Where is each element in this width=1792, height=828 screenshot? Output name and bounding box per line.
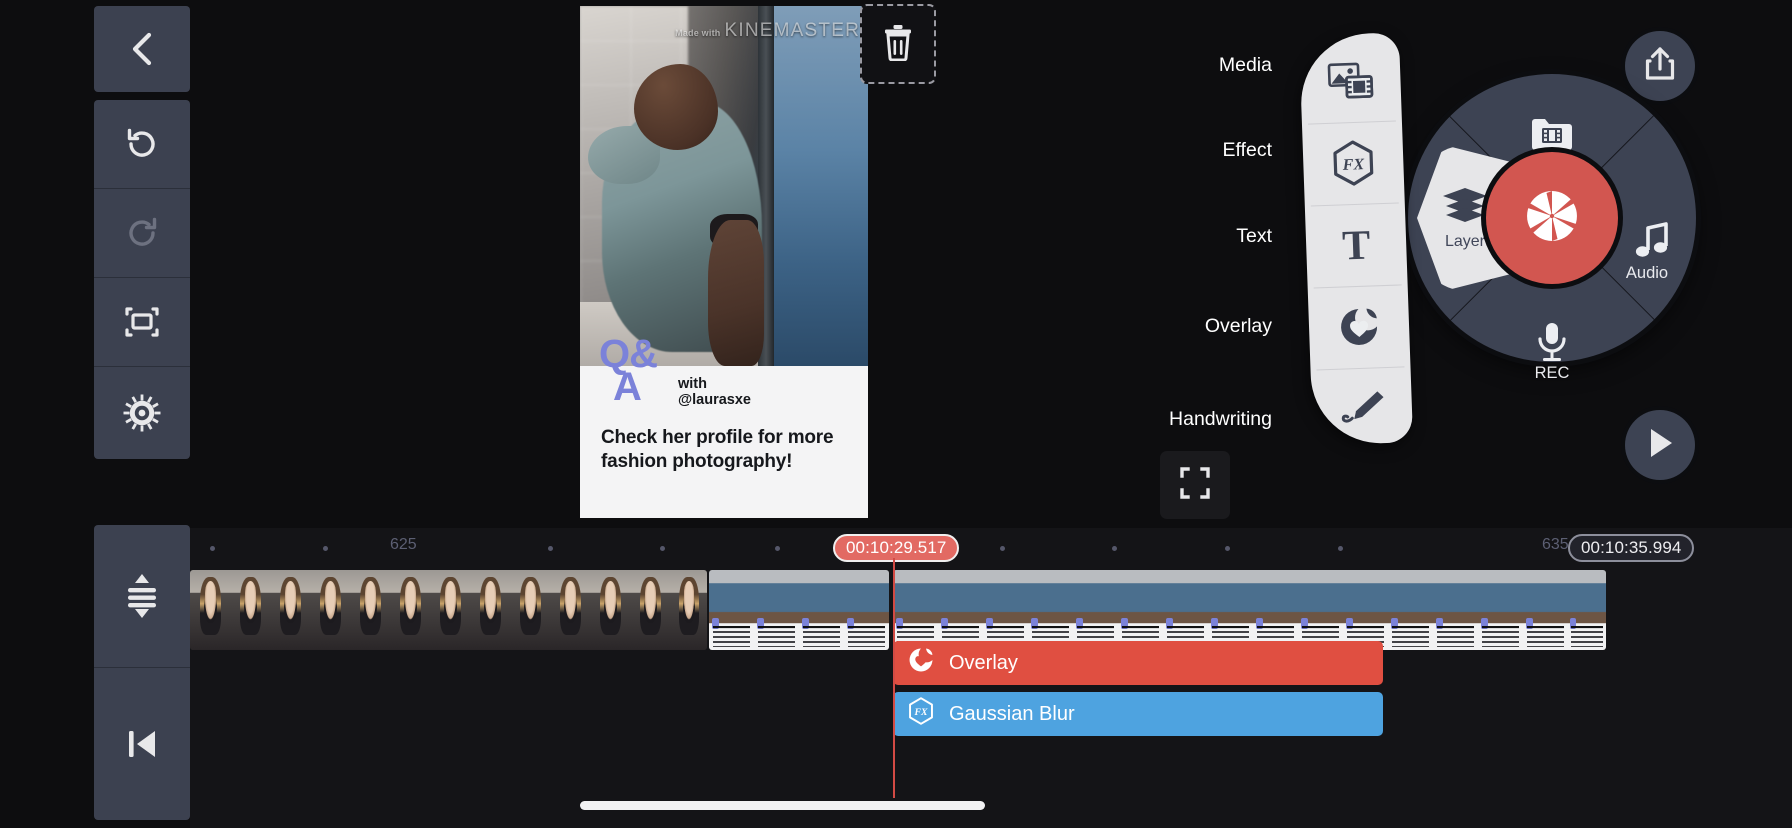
submenu-overlay-label: Overlay — [1204, 315, 1272, 337]
ruler-tick — [1112, 546, 1117, 551]
timeline-scrollbar[interactable] — [580, 801, 985, 810]
video-clip-1[interactable] — [190, 570, 707, 650]
wheel-rec-button[interactable] — [1534, 322, 1570, 367]
crop-frame-icon — [1175, 466, 1215, 505]
submenu-effect-button[interactable]: FX — [1302, 122, 1405, 207]
timeline-layer-overlay-label: Overlay — [949, 651, 1018, 674]
watermark-prefix: Made with — [675, 28, 721, 38]
timeline-layer-overlay[interactable]: Overlay — [893, 641, 1383, 685]
video-clip-2[interactable] — [709, 570, 889, 650]
timeline-layer-gaussian-blur[interactable]: FX Gaussian Blur — [893, 692, 1383, 736]
qa-overlay-card[interactable]: Q& A with @laurasxe Check her profile fo… — [580, 334, 868, 518]
qa-logo-text: Q& A — [599, 334, 658, 407]
text-t-icon: T — [1333, 222, 1379, 273]
playhead[interactable] — [893, 558, 895, 798]
svg-text:FX: FX — [1341, 156, 1364, 174]
total-time-badge: 00:10:35.994 — [1568, 534, 1695, 562]
wheel-layer-label: Layer — [1444, 232, 1486, 250]
shutter-icon — [1521, 185, 1583, 252]
qa-with-block: with @laurasxe — [678, 376, 751, 408]
qa-handle: @laurasxe — [678, 392, 751, 409]
delete-layer-button[interactable] — [860, 4, 936, 84]
submenu-effect-label: Effect — [1222, 139, 1272, 161]
ruler-tick — [775, 546, 780, 551]
submenu-text-button[interactable]: T — [1305, 204, 1408, 289]
qa-body-text: Check her profile for more fashion photo… — [601, 427, 834, 472]
svg-text:T: T — [1341, 222, 1371, 267]
expand-icon — [122, 305, 162, 339]
fx-hexagon-icon: FX — [907, 697, 935, 731]
pen-icon — [1337, 389, 1386, 434]
ruler-tick — [323, 546, 328, 551]
video-preview[interactable]: Made with KINEMASTER Q& A with @laurasxe… — [580, 6, 868, 518]
ruler-tick — [1225, 546, 1230, 551]
ruler-label-625: 625 — [390, 536, 417, 553]
undo-icon — [123, 125, 161, 163]
fx-hexagon-icon: FX — [1330, 139, 1378, 192]
trash-icon — [881, 23, 915, 66]
wheel-rec-label: REC — [1534, 364, 1570, 382]
ruler-tick — [660, 546, 665, 551]
ruler-tick — [1000, 546, 1005, 551]
radial-menu: Media Audio REC — [1169, 22, 1792, 452]
sticker-heart-icon — [1336, 304, 1382, 355]
watermark-brand: KINEMASTER — [724, 20, 860, 41]
redo-button[interactable] — [94, 189, 190, 277]
capture-button[interactable] — [1486, 152, 1618, 284]
qa-with-label: with — [678, 376, 707, 392]
submenu-handwriting-button[interactable] — [1311, 368, 1414, 453]
submenu-overlay-button[interactable] — [1308, 286, 1411, 371]
timeline[interactable]: 625 635 00:10:29.517 00:10:35.994 Overla… — [190, 528, 1792, 828]
skip-to-start-icon — [121, 726, 163, 762]
current-time-badge: 00:10:29.517 — [833, 534, 960, 562]
submenu-text-label: Text — [1236, 225, 1272, 247]
gear-icon — [122, 393, 162, 433]
settings-button[interactable] — [94, 367, 190, 459]
left-toolbar — [94, 0, 190, 828]
submenu-handwriting-label: Handwriting — [1169, 408, 1272, 430]
crop-button[interactable] — [1160, 451, 1230, 519]
timeline-ruler[interactable]: 625 635 00:10:29.517 00:10:35.994 — [190, 528, 1792, 568]
ruler-label-635: 635 — [1542, 536, 1569, 553]
undo-button[interactable] — [94, 100, 190, 188]
kinemaster-editor-screen: Made with KINEMASTER Q& A with @laurasxe… — [0, 0, 1792, 828]
layers-icon — [1441, 186, 1489, 231]
ruler-tick — [548, 546, 553, 551]
image-film-icon — [1327, 60, 1375, 107]
preview-photo: Made with KINEMASTER — [580, 6, 868, 366]
wheel-audio-button[interactable] — [1634, 220, 1672, 265]
redo-icon — [123, 214, 161, 252]
expand-preview-button[interactable] — [94, 278, 190, 366]
svg-text:FX: FX — [914, 707, 928, 718]
ruler-tick — [210, 546, 215, 551]
submenu-media-label: Media — [1218, 54, 1272, 76]
chevron-left-icon — [125, 29, 159, 69]
wheel-audio-label: Audio — [1625, 264, 1669, 282]
layer-submenu-panel: FX T — [1298, 32, 1414, 446]
video-clip-3[interactable] — [893, 570, 1606, 650]
ruler-tick — [1338, 546, 1343, 551]
submenu-media-button[interactable] — [1299, 40, 1402, 125]
timeline-layer-blur-label: Gaussian Blur — [949, 702, 1075, 725]
kinemaster-watermark: Made with KINEMASTER — [675, 20, 860, 42]
music-note-icon — [1634, 222, 1672, 264]
expand-tracks-icon — [120, 572, 164, 620]
expand-tracks-button[interactable] — [94, 525, 190, 667]
back-button[interactable] — [94, 6, 190, 92]
sticker-heart-icon — [907, 646, 935, 680]
skip-to-start-button[interactable] — [94, 668, 190, 820]
